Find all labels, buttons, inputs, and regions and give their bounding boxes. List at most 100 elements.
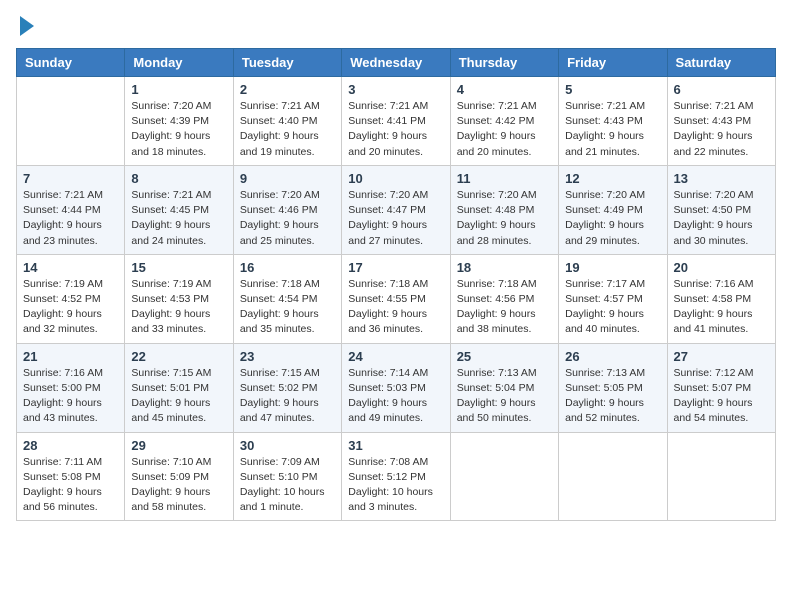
- day-number: 22: [131, 349, 226, 364]
- calendar-week-row: 1 Sunrise: 7:20 AM Sunset: 4:39 PM Daylig…: [17, 77, 776, 166]
- calendar-cell: 25Sunrise: 7:13 AM Sunset: 5:04 PM Dayli…: [450, 343, 558, 432]
- column-header-sunday: Sunday: [17, 49, 125, 77]
- day-number: 26: [565, 349, 660, 364]
- day-number: 30: [240, 438, 335, 453]
- calendar-cell: 2 Sunrise: 7:21 AM Sunset: 4:40 PM Daylig…: [233, 77, 341, 166]
- day-number: 2: [240, 82, 335, 97]
- calendar-cell: 4Sunrise: 7:21 AM Sunset: 4:42 PM Daylig…: [450, 77, 558, 166]
- day-info: Sunrise: 7:21 AM Sunset: 4:44 PM Dayligh…: [23, 188, 118, 249]
- day-number: 28: [23, 438, 118, 453]
- day-number: 27: [674, 349, 769, 364]
- column-header-tuesday: Tuesday: [233, 49, 341, 77]
- day-number: 7: [23, 171, 118, 186]
- day-info: Sunrise: 7:21 AM Sunset: 4:40 PM Dayligh…: [240, 99, 335, 160]
- day-number: 29: [131, 438, 226, 453]
- calendar-cell: 22 Sunrise: 7:15 AM Sunset: 5:01 PM Dayli…: [125, 343, 233, 432]
- day-info: Sunrise: 7:18 AM Sunset: 4:54 PM Dayligh…: [240, 277, 335, 338]
- calendar-cell: 15 Sunrise: 7:19 AM Sunset: 4:53 PM Dayli…: [125, 254, 233, 343]
- calendar-cell: 29 Sunrise: 7:10 AM Sunset: 5:09 PM Dayli…: [125, 432, 233, 521]
- calendar-cell: 23 Sunrise: 7:15 AM Sunset: 5:02 PM Dayli…: [233, 343, 341, 432]
- calendar-cell: 13 Sunrise: 7:20 AM Sunset: 4:50 PM Dayli…: [667, 165, 775, 254]
- calendar-cell: 17 Sunrise: 7:18 AM Sunset: 4:55 PM Dayli…: [342, 254, 450, 343]
- calendar-cell: 24Sunrise: 7:14 AM Sunset: 5:03 PM Dayli…: [342, 343, 450, 432]
- day-info: Sunrise: 7:20 AM Sunset: 4:50 PM Dayligh…: [674, 188, 769, 249]
- day-number: 6: [674, 82, 769, 97]
- day-info: Sunrise: 7:19 AM Sunset: 4:52 PM Dayligh…: [23, 277, 118, 338]
- day-info: Sunrise: 7:21 AM Sunset: 4:43 PM Dayligh…: [674, 99, 769, 160]
- calendar-header-row: SundayMondayTuesdayWednesdayThursdayFrid…: [17, 49, 776, 77]
- day-number: 21: [23, 349, 118, 364]
- day-info: Sunrise: 7:13 AM Sunset: 5:05 PM Dayligh…: [565, 366, 660, 427]
- day-number: 15: [131, 260, 226, 275]
- day-info: Sunrise: 7:17 AM Sunset: 4:57 PM Dayligh…: [565, 277, 660, 338]
- column-header-wednesday: Wednesday: [342, 49, 450, 77]
- day-info: Sunrise: 7:20 AM Sunset: 4:47 PM Dayligh…: [348, 188, 443, 249]
- day-number: 20: [674, 260, 769, 275]
- calendar-cell: 28 Sunrise: 7:11 AM Sunset: 5:08 PM Dayli…: [17, 432, 125, 521]
- calendar-cell: 26 Sunrise: 7:13 AM Sunset: 5:05 PM Dayli…: [559, 343, 667, 432]
- calendar-cell: 16Sunrise: 7:18 AM Sunset: 4:54 PM Dayli…: [233, 254, 341, 343]
- day-info: Sunrise: 7:21 AM Sunset: 4:42 PM Dayligh…: [457, 99, 552, 160]
- calendar-week-row: 7 Sunrise: 7:21 AM Sunset: 4:44 PM Daylig…: [17, 165, 776, 254]
- page-header: [16, 16, 776, 36]
- calendar-week-row: 14 Sunrise: 7:19 AM Sunset: 4:52 PM Dayli…: [17, 254, 776, 343]
- column-header-monday: Monday: [125, 49, 233, 77]
- calendar-week-row: 28 Sunrise: 7:11 AM Sunset: 5:08 PM Dayli…: [17, 432, 776, 521]
- day-info: Sunrise: 7:20 AM Sunset: 4:46 PM Dayligh…: [240, 188, 335, 249]
- calendar-cell: 18 Sunrise: 7:18 AM Sunset: 4:56 PM Dayli…: [450, 254, 558, 343]
- calendar-cell: 1 Sunrise: 7:20 AM Sunset: 4:39 PM Daylig…: [125, 77, 233, 166]
- day-number: 23: [240, 349, 335, 364]
- calendar-cell: [559, 432, 667, 521]
- day-info: Sunrise: 7:21 AM Sunset: 4:45 PM Dayligh…: [131, 188, 226, 249]
- day-number: 8: [131, 171, 226, 186]
- day-number: 3: [348, 82, 443, 97]
- day-number: 1: [131, 82, 226, 97]
- day-number: 18: [457, 260, 552, 275]
- day-info: Sunrise: 7:20 AM Sunset: 4:39 PM Dayligh…: [131, 99, 226, 160]
- day-number: 25: [457, 349, 552, 364]
- logo: [16, 16, 34, 36]
- day-info: Sunrise: 7:20 AM Sunset: 4:48 PM Dayligh…: [457, 188, 552, 249]
- calendar-cell: 27 Sunrise: 7:12 AM Sunset: 5:07 PM Dayli…: [667, 343, 775, 432]
- column-header-friday: Friday: [559, 49, 667, 77]
- logo-arrow-icon: [20, 16, 34, 36]
- day-info: Sunrise: 7:21 AM Sunset: 4:43 PM Dayligh…: [565, 99, 660, 160]
- day-info: Sunrise: 7:16 AM Sunset: 4:58 PM Dayligh…: [674, 277, 769, 338]
- day-info: Sunrise: 7:09 AM Sunset: 5:10 PM Dayligh…: [240, 455, 335, 516]
- day-info: Sunrise: 7:18 AM Sunset: 4:56 PM Dayligh…: [457, 277, 552, 338]
- calendar-cell: 6 Sunrise: 7:21 AM Sunset: 4:43 PM Daylig…: [667, 77, 775, 166]
- calendar-cell: 14 Sunrise: 7:19 AM Sunset: 4:52 PM Dayli…: [17, 254, 125, 343]
- day-number: 11: [457, 171, 552, 186]
- day-info: Sunrise: 7:19 AM Sunset: 4:53 PM Dayligh…: [131, 277, 226, 338]
- day-info: Sunrise: 7:12 AM Sunset: 5:07 PM Dayligh…: [674, 366, 769, 427]
- day-number: 17: [348, 260, 443, 275]
- calendar-cell: 5 Sunrise: 7:21 AM Sunset: 4:43 PM Daylig…: [559, 77, 667, 166]
- day-number: 9: [240, 171, 335, 186]
- calendar-cell: [667, 432, 775, 521]
- day-number: 19: [565, 260, 660, 275]
- calendar-cell: 8 Sunrise: 7:21 AM Sunset: 4:45 PM Daylig…: [125, 165, 233, 254]
- day-info: Sunrise: 7:21 AM Sunset: 4:41 PM Dayligh…: [348, 99, 443, 160]
- day-info: Sunrise: 7:15 AM Sunset: 5:02 PM Dayligh…: [240, 366, 335, 427]
- calendar-week-row: 21 Sunrise: 7:16 AM Sunset: 5:00 PM Dayli…: [17, 343, 776, 432]
- calendar-cell: 11 Sunrise: 7:20 AM Sunset: 4:48 PM Dayli…: [450, 165, 558, 254]
- day-info: Sunrise: 7:15 AM Sunset: 5:01 PM Dayligh…: [131, 366, 226, 427]
- calendar-table: SundayMondayTuesdayWednesdayThursdayFrid…: [16, 48, 776, 521]
- day-number: 5: [565, 82, 660, 97]
- day-number: 13: [674, 171, 769, 186]
- day-number: 12: [565, 171, 660, 186]
- day-info: Sunrise: 7:16 AM Sunset: 5:00 PM Dayligh…: [23, 366, 118, 427]
- calendar-cell: 19 Sunrise: 7:17 AM Sunset: 4:57 PM Dayli…: [559, 254, 667, 343]
- day-info: Sunrise: 7:18 AM Sunset: 4:55 PM Dayligh…: [348, 277, 443, 338]
- day-info: Sunrise: 7:11 AM Sunset: 5:08 PM Dayligh…: [23, 455, 118, 516]
- day-number: 14: [23, 260, 118, 275]
- day-info: Sunrise: 7:10 AM Sunset: 5:09 PM Dayligh…: [131, 455, 226, 516]
- day-number: 24: [348, 349, 443, 364]
- calendar-cell: 31Sunrise: 7:08 AM Sunset: 5:12 PM Dayli…: [342, 432, 450, 521]
- calendar-cell: 20 Sunrise: 7:16 AM Sunset: 4:58 PM Dayli…: [667, 254, 775, 343]
- calendar-cell: 10Sunrise: 7:20 AM Sunset: 4:47 PM Dayli…: [342, 165, 450, 254]
- calendar-cell: 21 Sunrise: 7:16 AM Sunset: 5:00 PM Dayli…: [17, 343, 125, 432]
- calendar-cell: [17, 77, 125, 166]
- day-info: Sunrise: 7:08 AM Sunset: 5:12 PM Dayligh…: [348, 455, 443, 516]
- calendar-cell: 30 Sunrise: 7:09 AM Sunset: 5:10 PM Dayli…: [233, 432, 341, 521]
